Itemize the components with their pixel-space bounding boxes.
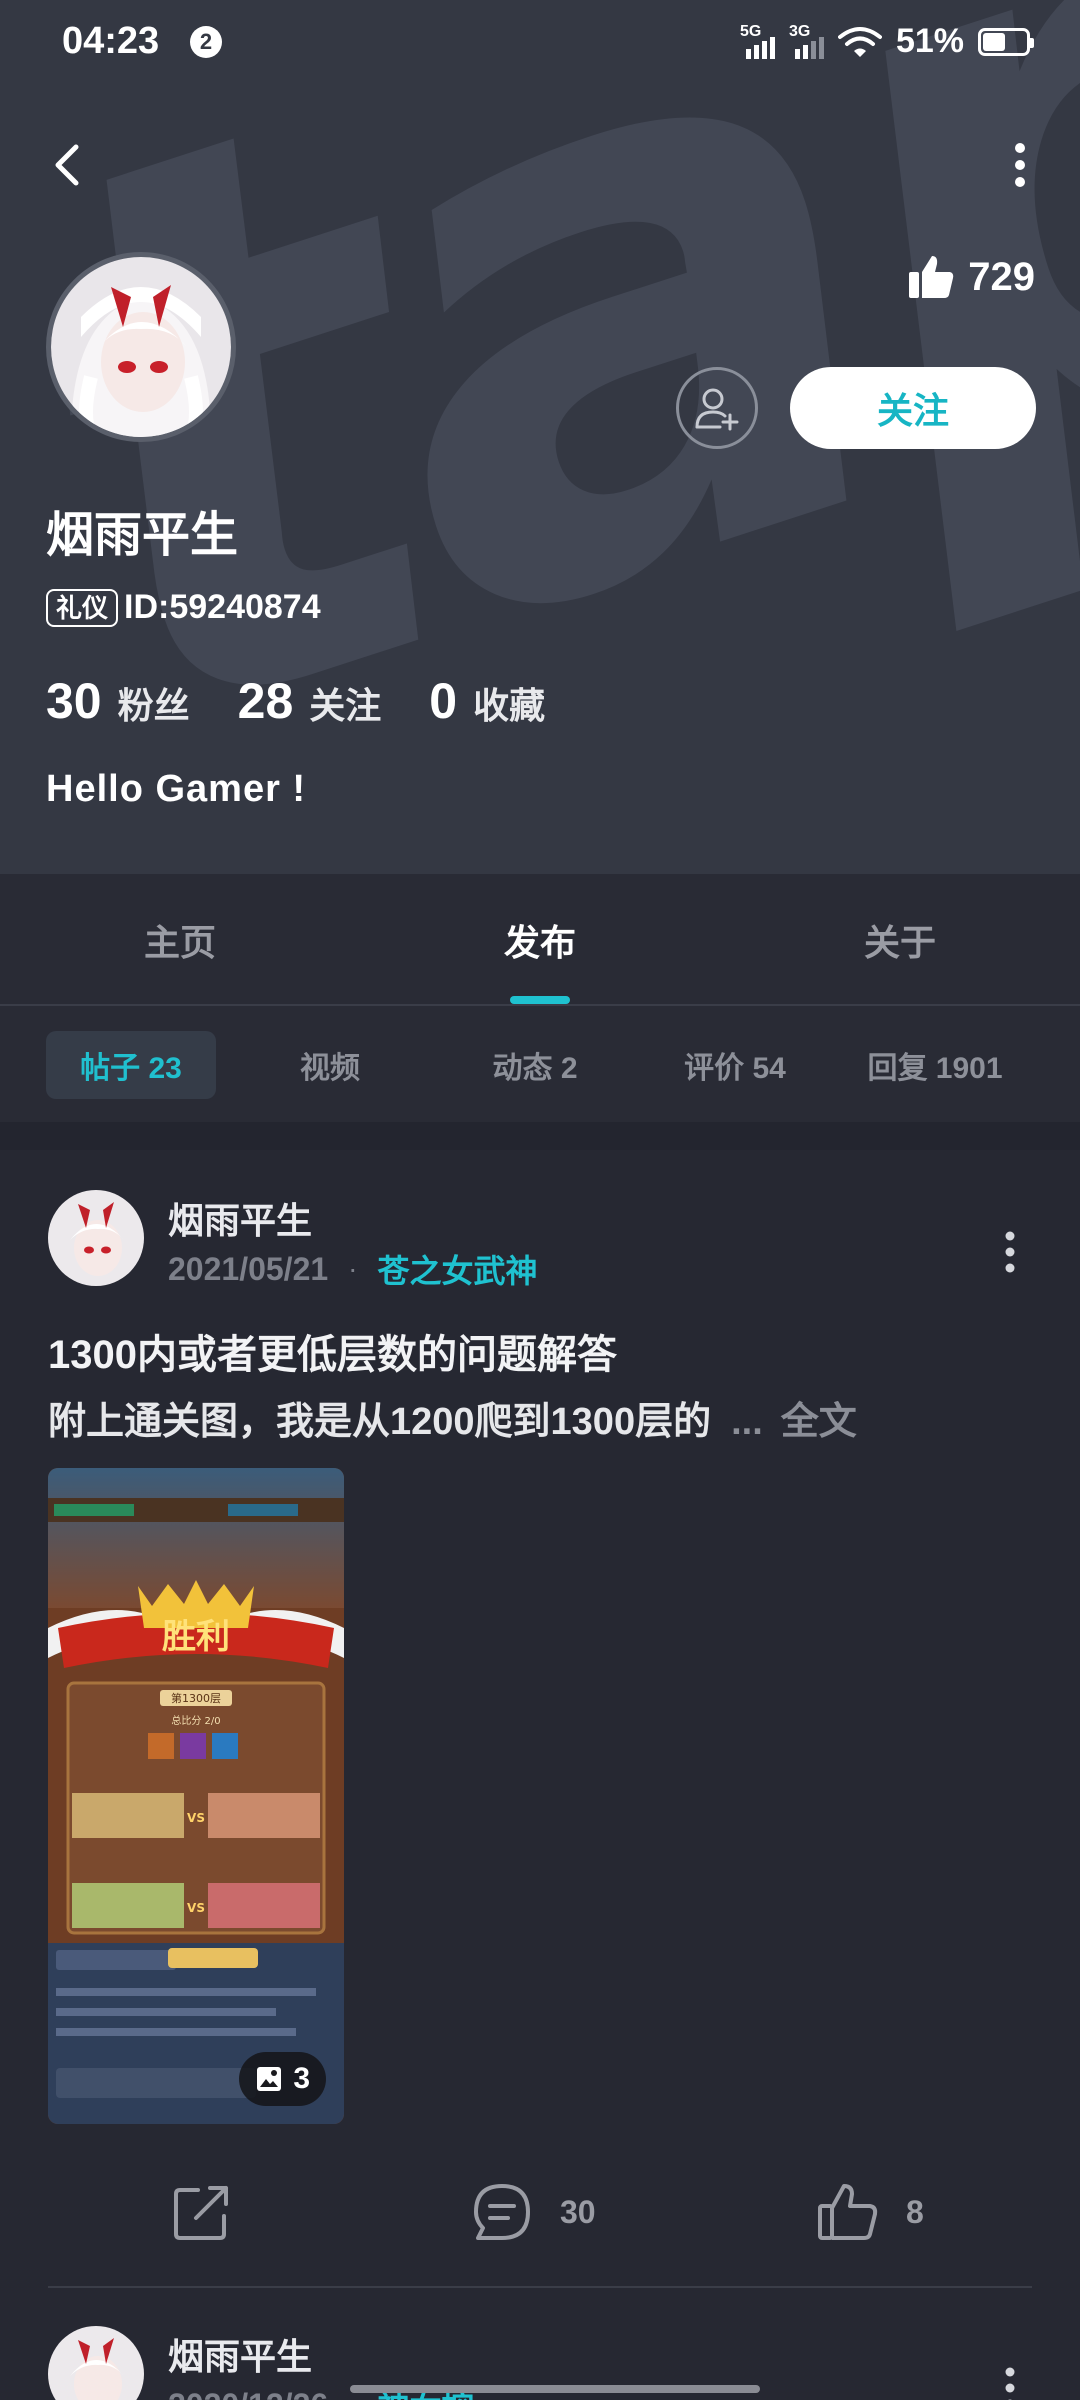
post-more-icon[interactable]	[1000, 2358, 1020, 2400]
stat-following[interactable]: 28 关注	[238, 672, 382, 730]
profile-bio: Hello Gamer !	[46, 768, 307, 810]
post-meta: 2021/05/21 · 苍之女武神	[168, 1246, 538, 1292]
subtab-replies[interactable]: 回复 1901	[850, 1031, 1020, 1099]
image-icon	[257, 2067, 282, 2091]
status-bar: 04:23 2 5G 3G 51%	[0, 0, 1080, 90]
profile-stats: 30 粉丝 28 关注 0 收藏	[46, 672, 593, 730]
stat-favorites[interactable]: 0 收藏	[429, 672, 545, 730]
tab-home[interactable]: 主页	[0, 874, 360, 1006]
share-button[interactable]	[170, 2180, 234, 2244]
comment-icon	[474, 2184, 530, 2240]
battery-percent: 51%	[895, 22, 964, 60]
post-game-link[interactable]: 苍之女武神	[377, 1246, 537, 1292]
post-divider	[48, 2286, 1032, 2288]
victory-text: 胜利	[162, 1617, 230, 1657]
add-friend-button[interactable]	[676, 367, 758, 449]
like-button[interactable]: 8	[816, 2180, 924, 2244]
post-author-avatar[interactable]	[48, 1190, 144, 1286]
subtab-videos[interactable]: 视频	[250, 1031, 410, 1099]
signal-3g-icon: 3G	[789, 23, 824, 59]
follow-button[interactable]: 关注	[790, 367, 1036, 449]
post-date: 2020/12/26	[168, 2387, 328, 2400]
floor-text: 第1300层	[171, 1691, 221, 1705]
post-more-icon[interactable]	[1000, 1222, 1020, 1282]
thumbs-up-outline-icon	[818, 2184, 878, 2240]
post-author-name[interactable]: 烟雨平生	[168, 1192, 312, 1244]
share-icon	[174, 2186, 228, 2240]
tab-posts[interactable]: 发布	[360, 874, 720, 1006]
comment-button[interactable]: 30	[470, 2180, 596, 2244]
tab-about[interactable]: 关于	[720, 874, 1080, 1006]
comment-count: 30	[560, 2193, 596, 2230]
profile-id: ID:59240874	[124, 588, 321, 626]
wifi-icon	[837, 26, 882, 57]
like-count: 8	[906, 2193, 924, 2230]
content-filter-tabs: 帖子 23 视频 动态 2 评价 54 回复 1901	[0, 1006, 1080, 1122]
post-author-name[interactable]: 烟雨平生	[168, 2328, 312, 2380]
post-card[interactable]: 烟雨平生 2021/05/21 · 苍之女武神 1300内或者更低层数的问题解答…	[0, 1150, 1080, 2400]
post-author-avatar[interactable]	[48, 2326, 144, 2400]
post-actions: 30 8	[0, 2160, 1080, 2260]
vs-text-2: VS	[187, 1901, 205, 1915]
signal-5g-icon: 5G	[740, 23, 775, 59]
subtab-reviews[interactable]: 评价 54	[650, 1031, 820, 1099]
profile-header: tap 04:23 2 5G 3G 51% 729 关注 烟雨平生 礼仪 ID:…	[0, 0, 1080, 874]
home-indicator[interactable]	[350, 2385, 760, 2393]
post-image-thumbnail[interactable]: 胜利 第1300层 总比分 2/0 VS VS 3	[48, 1468, 344, 2124]
notification-count-badge: 2	[190, 26, 222, 58]
active-tab-indicator	[510, 996, 570, 1004]
add-person-icon	[695, 388, 739, 431]
post-date: 2021/05/21	[168, 1250, 329, 1287]
profile-name: 烟雨平生	[46, 509, 239, 562]
meta-separator: ·	[348, 1253, 358, 1284]
likes-count: 729	[968, 254, 1035, 299]
stat-followers[interactable]: 30 粉丝	[46, 672, 190, 730]
profile-likes: 729	[906, 252, 1035, 302]
read-full-link[interactable]: 全文	[781, 1401, 857, 1443]
subtab-moments[interactable]: 动态 2	[450, 1031, 620, 1099]
battery-icon	[978, 27, 1034, 56]
score-text: 总比分 2/0	[171, 1714, 220, 1727]
vs-text-1: VS	[187, 1811, 205, 1825]
image-count-badge: 3	[239, 2052, 326, 2106]
subtab-posts[interactable]: 帖子 23	[46, 1031, 216, 1099]
post-title[interactable]: 1300内或者更低层数的问题解答	[48, 1322, 617, 1380]
user-avatar[interactable]	[46, 252, 236, 442]
thumbs-up-icon	[909, 256, 954, 298]
status-time: 04:23	[62, 20, 160, 62]
etiquette-badge[interactable]: 礼仪	[46, 588, 119, 627]
profile-id-row: 礼仪 ID:59240874	[46, 588, 321, 627]
back-arrow-icon[interactable]	[40, 135, 100, 195]
profile-tabs: 主页 发布 关于	[0, 874, 1080, 1006]
post-excerpt[interactable]: 附上通关图，我是从1200爬到1300层的... 全文	[48, 1390, 857, 1445]
more-options-icon[interactable]	[980, 135, 1040, 195]
